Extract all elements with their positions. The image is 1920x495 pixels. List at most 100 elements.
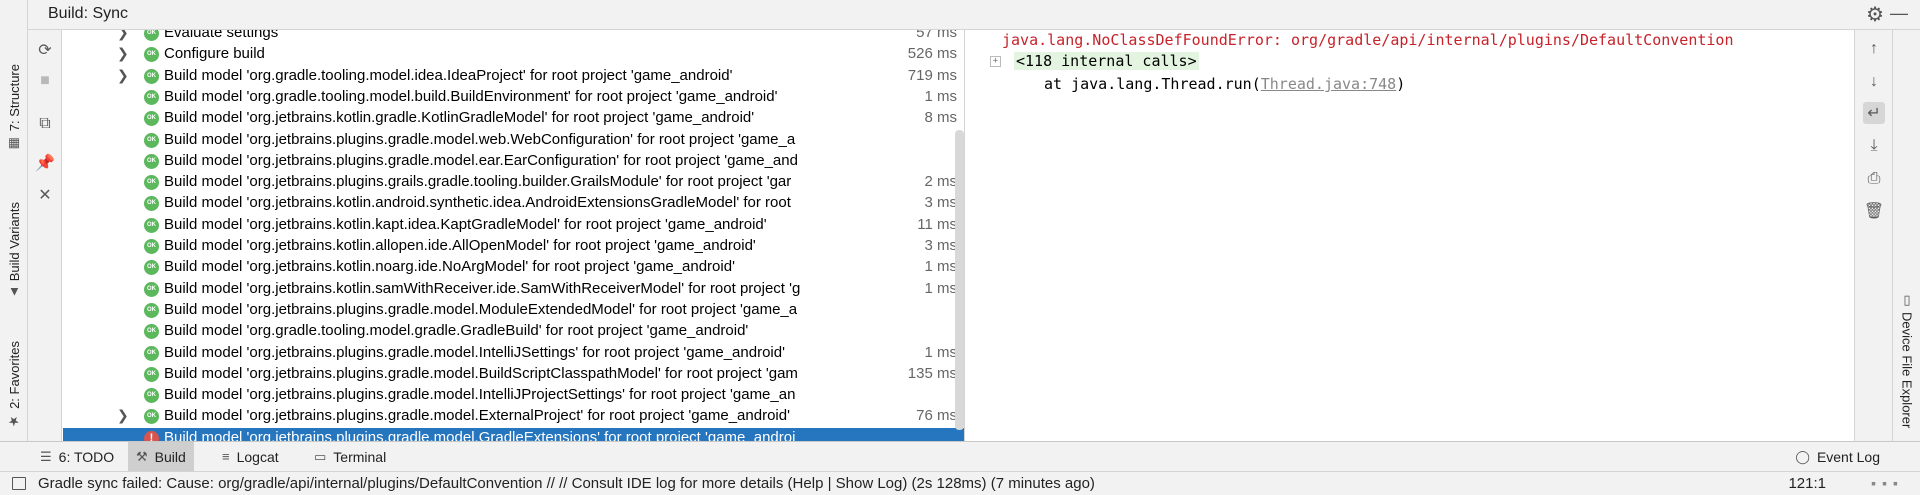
- tree-row-label: Build model 'org.gradle.tooling.model.bu…: [164, 87, 778, 105]
- tree-row[interactable]: OK Build model 'org.jetbrains.plugins.gra…: [63, 151, 964, 172]
- todo-icon: ☰: [40, 448, 52, 464]
- trash-icon[interactable]: 🗑: [1863, 200, 1885, 222]
- tree-row[interactable]: OK Build model 'org.jetbrains.plugins.gra…: [63, 172, 964, 193]
- trace-source-link[interactable]: Thread.java:748: [1261, 75, 1396, 93]
- tab-device-file-explorer-label: Device File Explorer: [1899, 312, 1915, 429]
- tree-row-duration: 3 ms: [924, 237, 957, 254]
- status-widgets-icon[interactable]: ▪▪▪: [1871, 475, 1904, 491]
- tree-row[interactable]: ❯ OK Evaluate settings 57 ms: [63, 30, 964, 44]
- pin-icon[interactable]: 📌: [34, 152, 56, 174]
- tab-terminal[interactable]: ▭ Terminal: [306, 442, 394, 471]
- tree-row[interactable]: ❯ OK Build model 'org.jetbrains.plugins.gr…: [63, 406, 964, 427]
- android-icon: ▲: [7, 285, 21, 301]
- tree-row[interactable]: OK Build model 'org.jetbrains.plugins.gra…: [63, 300, 964, 321]
- tab-favorites[interactable]: 2: Favorites ★: [0, 335, 28, 435]
- ok-status-icon: OK: [144, 153, 159, 169]
- error-status-icon: !: [144, 430, 159, 441]
- ok-status-icon: OK: [144, 217, 159, 233]
- ok-status-icon: OK: [144, 196, 159, 212]
- tree-row-label: Build model 'org.jetbrains.kotlin.allope…: [164, 237, 756, 254]
- expand-icon[interactable]: +: [990, 56, 1001, 67]
- tree-row-duration: 719 ms: [907, 66, 957, 84]
- right-tool-strip: Device File Explorer ▯: [1892, 30, 1920, 441]
- gear-icon[interactable]: ⚙: [1866, 2, 1884, 27]
- ok-status-icon: OK: [144, 132, 159, 148]
- tool-window-header: Build: Sync ⚙ —: [28, 0, 1920, 30]
- chevron-right-icon[interactable]: ❯: [117, 407, 129, 424]
- sync-icon[interactable]: ⟳: [34, 39, 56, 61]
- tree-row[interactable]: OK Build model 'org.jetbrains.plugins.gra…: [63, 364, 964, 385]
- build-toolbar: ⟳ ■ ⧉ 📌 ✕: [28, 30, 62, 441]
- tab-structure[interactable]: 7: Structure ▦: [0, 62, 28, 154]
- stop-icon[interactable]: ■: [34, 70, 56, 92]
- tree-row[interactable]: ! Build model 'org.jetbrains.plugins.grad…: [63, 427, 964, 441]
- chevron-right-icon[interactable]: ❯: [117, 45, 129, 62]
- tab-device-file-explorer[interactable]: Device File Explorer ▯: [1893, 273, 1920, 448]
- tree-row-duration: 526 ms: [907, 45, 957, 63]
- build-hammer-icon: ⚒: [136, 448, 148, 464]
- tree-row-label: Configure build: [164, 45, 265, 63]
- tree-row[interactable]: OK Build model 'org.jetbrains.kotlin.grad…: [63, 108, 964, 129]
- tree-row[interactable]: OK Build model 'org.jetbrains.plugins.gra…: [63, 130, 964, 151]
- tree-row[interactable]: OK Build model 'org.jetbrains.kotlin.allo…: [63, 236, 964, 257]
- arrow-up-icon[interactable]: ↑: [1863, 38, 1885, 60]
- ok-status-icon: OK: [144, 260, 159, 276]
- left-tool-strip: 7: Structure ▦ Build Variants ▲ 2: Favor…: [0, 0, 28, 441]
- tree-row[interactable]: ❯ OK Build model 'org.gradle.tooling.model…: [63, 66, 964, 87]
- toggle-view-icon[interactable]: ⧉: [34, 113, 56, 135]
- arrow-down-icon[interactable]: ↓: [1863, 71, 1885, 93]
- tree-scrollbar[interactable]: [955, 130, 964, 430]
- tree-row-duration: 76 ms: [916, 407, 957, 425]
- tree-row-duration: 3 ms: [924, 194, 957, 212]
- chevron-right-icon[interactable]: ❯: [117, 67, 129, 84]
- internal-calls-fold[interactable]: <118 internal calls>: [1014, 52, 1199, 70]
- tree-row[interactable]: OK Build model 'org.gradle.tooling.model.…: [63, 321, 964, 342]
- tree-row[interactable]: OK Build model 'org.jetbrains.kotlin.noar…: [63, 257, 964, 278]
- tree-row[interactable]: OK Build model 'org.jetbrains.plugins.gra…: [63, 385, 964, 406]
- tree-row[interactable]: OK Build model 'org.jetbrains.kotlin.samW…: [63, 279, 964, 300]
- tree-row-duration: 1 ms: [924, 87, 957, 105]
- tree-row-label: Build model 'org.jetbrains.kotlin.samWit…: [164, 279, 801, 297]
- tree-row-label: Build model 'org.jetbrains.plugins.gradl…: [164, 300, 798, 318]
- tree-row-duration: 1 ms: [924, 343, 957, 361]
- tab-todo-label: 6: TODO: [58, 448, 115, 465]
- tree-row-label: Build model 'org.jetbrains.plugins.gradl…: [164, 130, 796, 148]
- caret-position[interactable]: 121:1: [1788, 475, 1826, 492]
- status-message[interactable]: Gradle sync failed: Cause: org/gradle/ap…: [38, 475, 1095, 492]
- minimize-icon[interactable]: —: [1890, 3, 1908, 24]
- console-output: java.lang.NoClassDefFoundError: org/grad…: [966, 30, 1854, 441]
- tree-row-duration: 8 ms: [924, 109, 957, 127]
- tree-row-label: Build model 'org.jetbrains.kotlin.gradle…: [164, 109, 755, 127]
- tab-todo[interactable]: ☰ 6: TODO: [32, 442, 122, 471]
- event-log-icon: ◯: [1795, 448, 1810, 464]
- ok-status-icon: OK: [144, 175, 159, 191]
- console-toolbar: ↑ ↓ ↵ ⤓ ⎙ 🗑: [1854, 30, 1892, 441]
- tree-row-label: Build model 'org.jetbrains.kotlin.noarg.…: [164, 258, 735, 276]
- soft-wrap-icon[interactable]: ↵: [1863, 102, 1885, 124]
- ok-status-icon: OK: [144, 366, 159, 382]
- tree-row[interactable]: ❯ OK Configure build 526 ms: [63, 44, 964, 65]
- print-icon[interactable]: ⎙: [1863, 168, 1885, 190]
- chevron-right-icon[interactable]: ❯: [117, 30, 129, 41]
- scroll-to-end-icon[interactable]: ⤓: [1863, 135, 1885, 157]
- tree-row-label: Build model 'org.jetbrains.plugins.gradl…: [164, 386, 796, 404]
- tree-row-label: Build model 'org.jetbrains.kotlin.kapt.i…: [164, 215, 767, 233]
- tab-build-variants[interactable]: Build Variants ▲: [0, 195, 28, 307]
- tree-row[interactable]: OK Build model 'org.jetbrains.kotlin.kapt…: [63, 215, 964, 236]
- tab-build[interactable]: ⚒ Build: [128, 442, 194, 471]
- status-bar: Gradle sync failed: Cause: org/gradle/ap…: [0, 471, 1920, 495]
- tree-row-label: Build model 'org.jetbrains.kotlin.androi…: [164, 194, 791, 212]
- tree-row-label: Evaluate settings: [164, 30, 279, 41]
- tree-row[interactable]: OK Build model 'org.jetbrains.kotlin.andr…: [63, 193, 964, 214]
- ok-status-icon: OK: [144, 47, 159, 63]
- tree-row[interactable]: OK Build model 'org.gradle.tooling.model.…: [63, 87, 964, 108]
- close-icon[interactable]: ✕: [34, 184, 56, 206]
- tree-row-duration: 135 ms: [907, 364, 957, 382]
- trace-prefix: at java.lang.Thread.run(: [1044, 75, 1261, 93]
- tool-windows-icon[interactable]: [12, 477, 26, 490]
- tab-logcat[interactable]: ≡ Logcat: [214, 442, 287, 471]
- build-tree: ❯ OK Evaluate settings 57 ms ❯ OK Configure bu…: [63, 30, 965, 441]
- tree-row[interactable]: OK Build model 'org.jetbrains.plugins.gra…: [63, 343, 964, 364]
- tool-window-title: Build: Sync: [48, 5, 129, 22]
- event-log-button[interactable]: ◯ Event Log: [1787, 442, 1888, 471]
